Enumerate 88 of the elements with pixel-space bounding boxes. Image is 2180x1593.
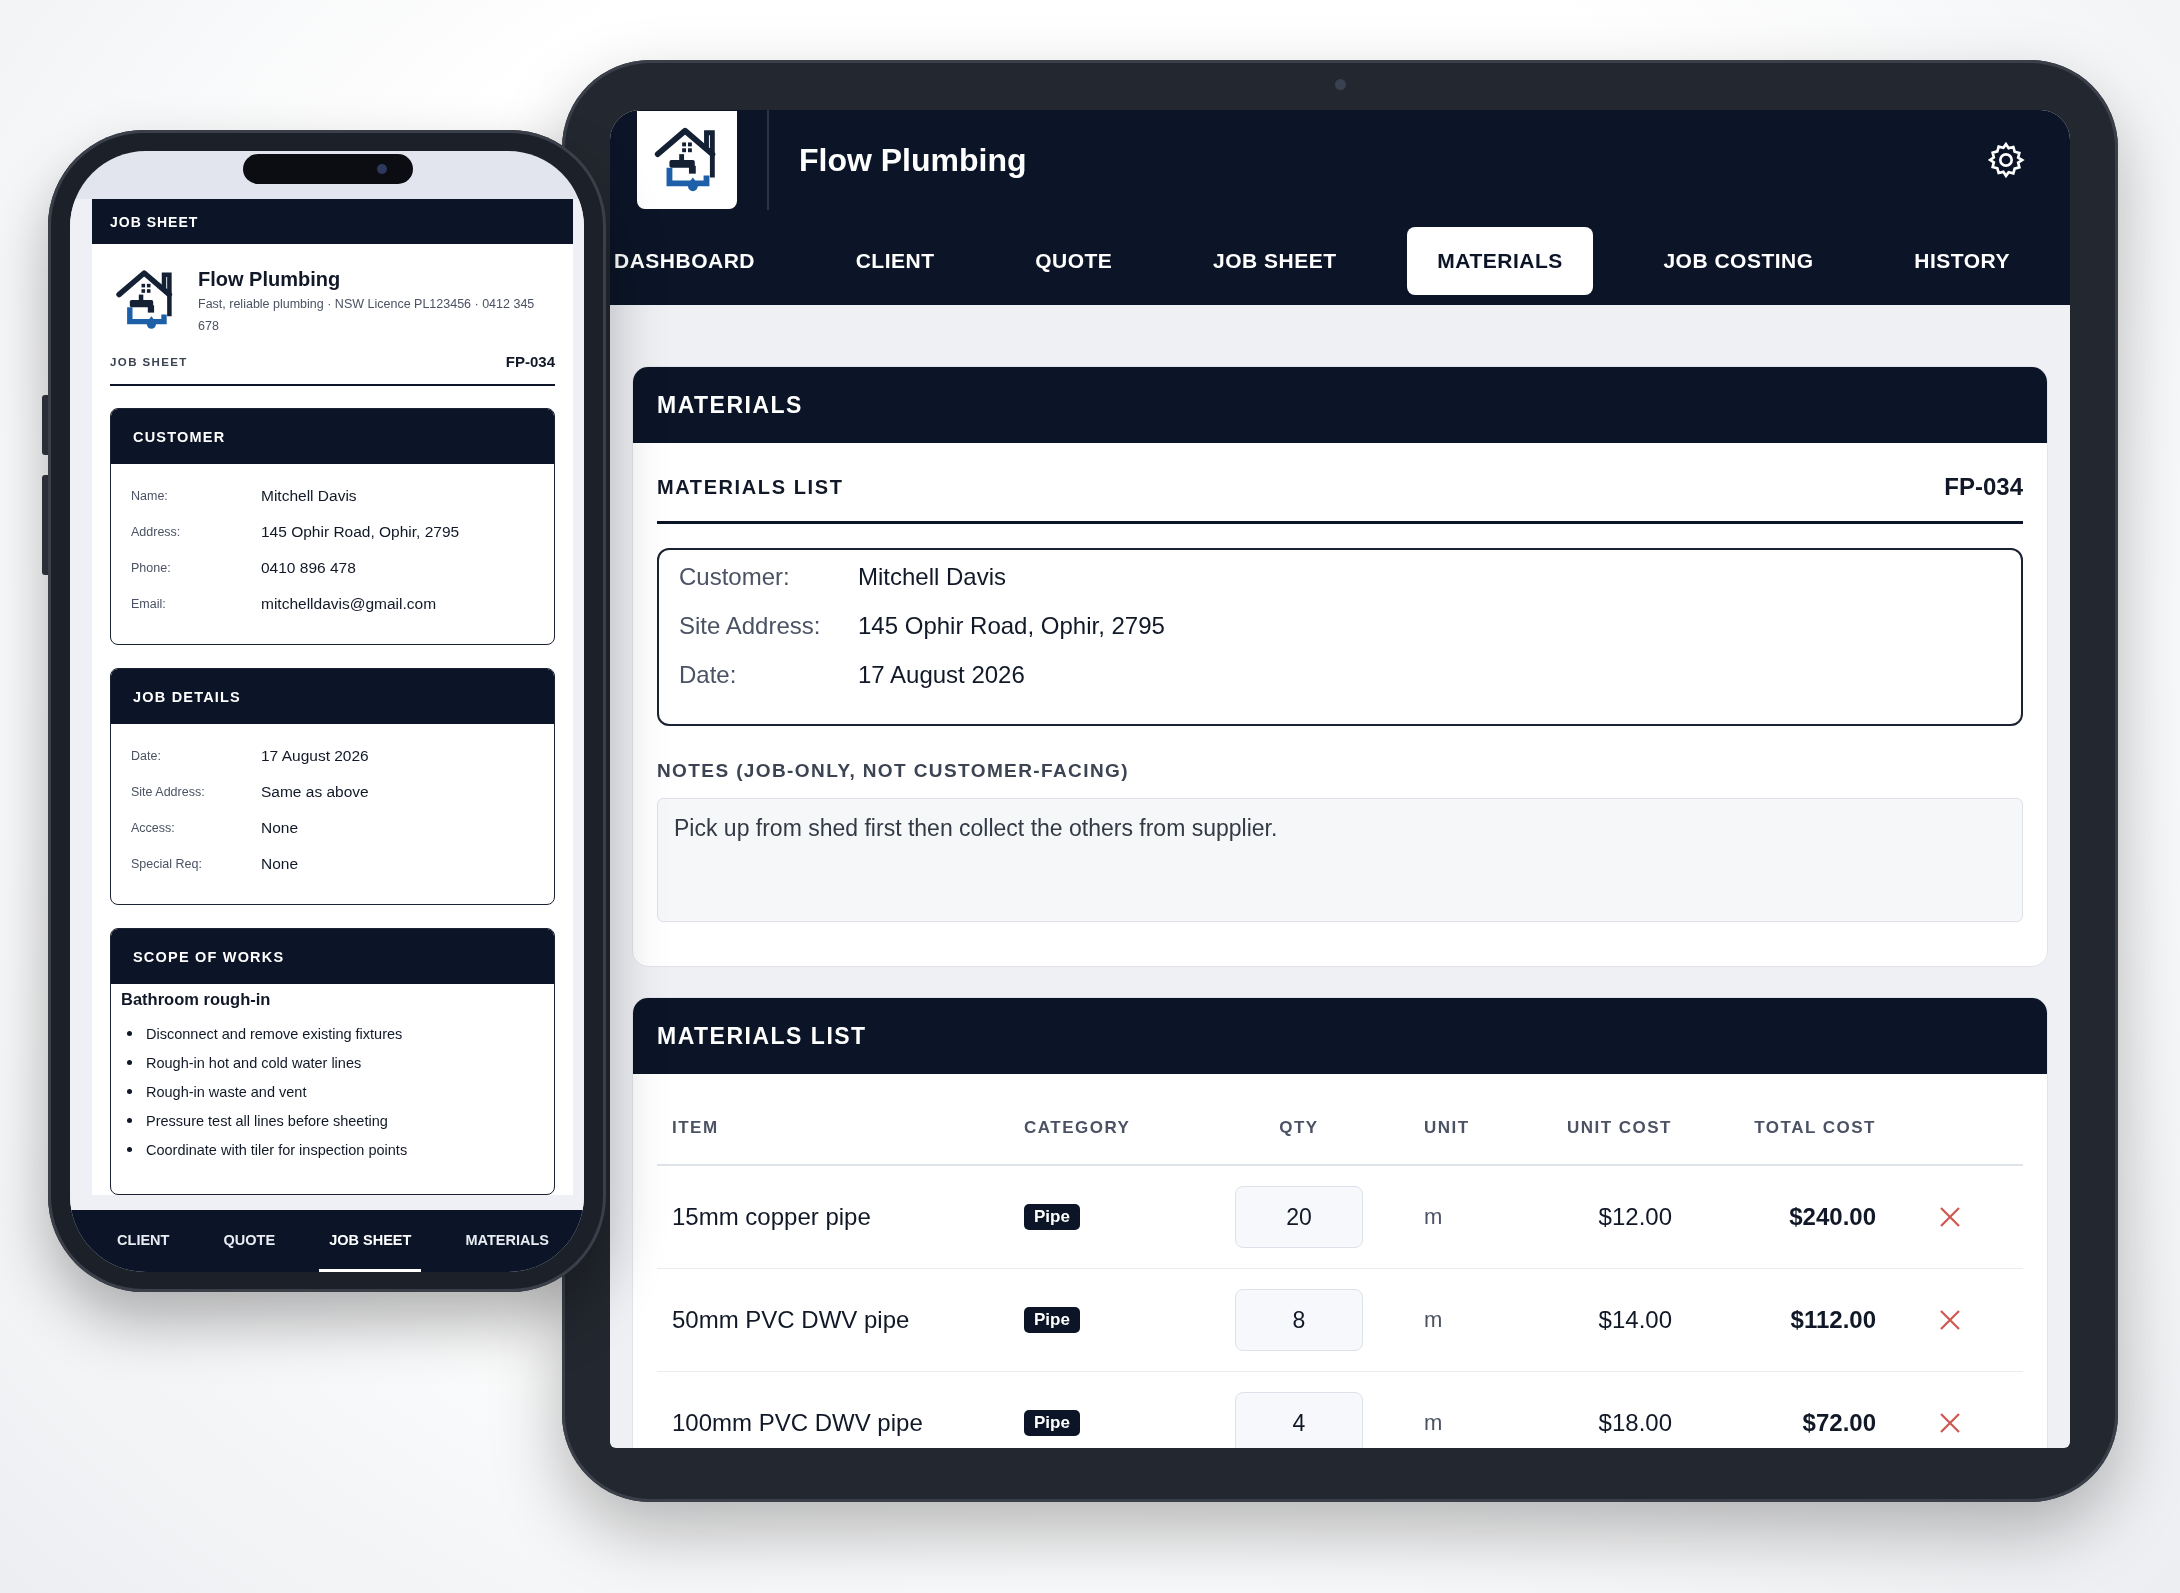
nav-tab[interactable]: MATERIALS: [1407, 227, 1593, 295]
qty-field[interactable]: 8: [1235, 1289, 1363, 1351]
section-title: MATERIALS LIST: [657, 475, 844, 499]
unit-cell-text: m: [1423, 1204, 1444, 1230]
scope-item: Disconnect and remove existing fixtures: [146, 1025, 403, 1042]
card-title: SCOPE OF WORKS: [133, 948, 285, 965]
delete-icon[interactable]: [1937, 1205, 1962, 1229]
scope-heading: Bathroom rough-in: [121, 990, 272, 1009]
card-title: MATERIALS: [657, 391, 803, 419]
column-header: CATEGORY: [1024, 1118, 1132, 1138]
field-label: Email:: [131, 597, 167, 611]
delete-icon[interactable]: [1937, 1308, 1962, 1332]
item-name: 50mm PVC DWV pipe: [671, 1306, 911, 1334]
nav-tab[interactable]: JOB SHEET: [1183, 227, 1367, 295]
qty-field[interactable]: 4: [1235, 1392, 1363, 1448]
field-value: None: [261, 855, 299, 873]
scope-item: Coordinate with tiler for inspection points: [146, 1141, 408, 1158]
field-value: Mitchell Davis: [858, 562, 1007, 591]
field-label: Phone:: [131, 561, 172, 575]
field-label: Special Req:: [131, 857, 203, 871]
document-label: JOB SHEET: [110, 355, 188, 368]
nav-tab[interactable]: CLIENT: [825, 227, 965, 295]
unit-cost-cell-text: $14.00: [1597, 1306, 1672, 1334]
total-cost-cell-text: $112.00: [1789, 1306, 1876, 1334]
item-name: 100mm PVC DWV pipe: [671, 1409, 924, 1437]
total-cost-cell-text: $240.00: [1788, 1203, 1876, 1231]
nav-tab[interactable]: CLIENT: [107, 1210, 180, 1272]
category-tag: Pipe: [1024, 1204, 1080, 1230]
field-label: Date:: [679, 660, 738, 689]
app-title: Flow Plumbing: [799, 141, 1028, 179]
nav-tab[interactable]: JOB SHEET: [319, 1210, 422, 1272]
nav-tab[interactable]: QUOTE: [1005, 227, 1143, 295]
column-header: UNIT: [1423, 1118, 1471, 1138]
scope-item: Pressure test all lines before sheeting: [146, 1112, 388, 1129]
total-cost-cell-text: $72.00: [1801, 1409, 1876, 1437]
nav-tab[interactable]: JOB COSTING: [1633, 227, 1844, 295]
field-value: Mitchell Davis: [261, 487, 357, 505]
column-header: UNIT COST: [1565, 1118, 1672, 1138]
field-label: Address:: [131, 525, 182, 539]
settings-icon[interactable]: [1986, 140, 2026, 180]
field-value: Same as above: [261, 783, 369, 801]
nav-tab[interactable]: DASHBOARD: [610, 227, 785, 295]
unit-cell-text: m: [1423, 1410, 1444, 1436]
column-header: ITEM: [671, 1118, 720, 1138]
delete-icon[interactable]: [1937, 1411, 1962, 1435]
field-value: 145 Ophir Road, Ophir, 2795: [858, 611, 1165, 640]
field-label: Site Address:: [679, 611, 822, 640]
business-name: Flow Plumbing: [198, 268, 342, 291]
nav-tab[interactable]: MATERIALS: [455, 1210, 559, 1272]
page-title: JOB SHEET: [110, 213, 199, 230]
unit-cost-cell-text: $12.00: [1597, 1203, 1672, 1231]
business-tagline: Fast, reliable plumbing · NSW Licence PL123456 · 0412 345 678: [198, 296, 536, 335]
unit-cell-text: m: [1423, 1307, 1444, 1333]
category-tag: Pipe: [1024, 1307, 1080, 1333]
field-value: 145 Ophir Road, Ophir, 2795: [261, 523, 460, 541]
card-title: JOB DETAILS: [133, 688, 241, 705]
field-label: Site Address:: [131, 785, 206, 799]
bullet-icon: [127, 1118, 132, 1123]
bullet-icon: [127, 1031, 132, 1036]
qty-field[interactable]: 20: [1235, 1186, 1363, 1248]
unit-cost-cell-text: $18.00: [1597, 1409, 1672, 1437]
field-value: 17 August 2026: [858, 660, 1025, 689]
field-label: Name:: [131, 489, 169, 503]
camera-dot: [1335, 79, 1346, 90]
field-value: 17 August 2026: [261, 747, 369, 765]
notes-field[interactable]: Pick up from shed first then collect the others from supplier.: [657, 798, 2023, 922]
scope-item: Rough-in hot and cold water lines: [146, 1054, 362, 1071]
field-label: Date:: [131, 749, 162, 763]
item-name: 15mm copper pipe: [671, 1203, 872, 1231]
job-number: FP-034: [1944, 473, 2023, 501]
nav-tab[interactable]: HISTORY: [1884, 227, 2040, 295]
scope-item: Rough-in waste and vent: [146, 1083, 307, 1100]
field-label: Customer:: [679, 562, 791, 591]
card-title: MATERIALS LIST: [657, 1022, 867, 1050]
field-value: mitchelldavis@gmail.com: [261, 595, 437, 613]
column-header: QTY: [1278, 1118, 1320, 1138]
bullet-icon: [127, 1089, 132, 1094]
field-label: Access:: [131, 821, 176, 835]
nav-tab[interactable]: QUOTE: [213, 1210, 286, 1272]
bullet-icon: [127, 1060, 132, 1065]
field-value: None: [261, 819, 299, 837]
card-title: CUSTOMER: [133, 428, 226, 445]
category-tag: Pipe: [1024, 1410, 1080, 1436]
bullet-icon: [127, 1147, 132, 1152]
field-value: 0410 896 478: [261, 559, 356, 577]
job-number: FP-034: [505, 353, 555, 370]
column-header: TOTAL COST: [1753, 1118, 1876, 1138]
notes-label: NOTES (JOB-ONLY, NOT CUSTOMER-FACING): [657, 760, 1130, 782]
